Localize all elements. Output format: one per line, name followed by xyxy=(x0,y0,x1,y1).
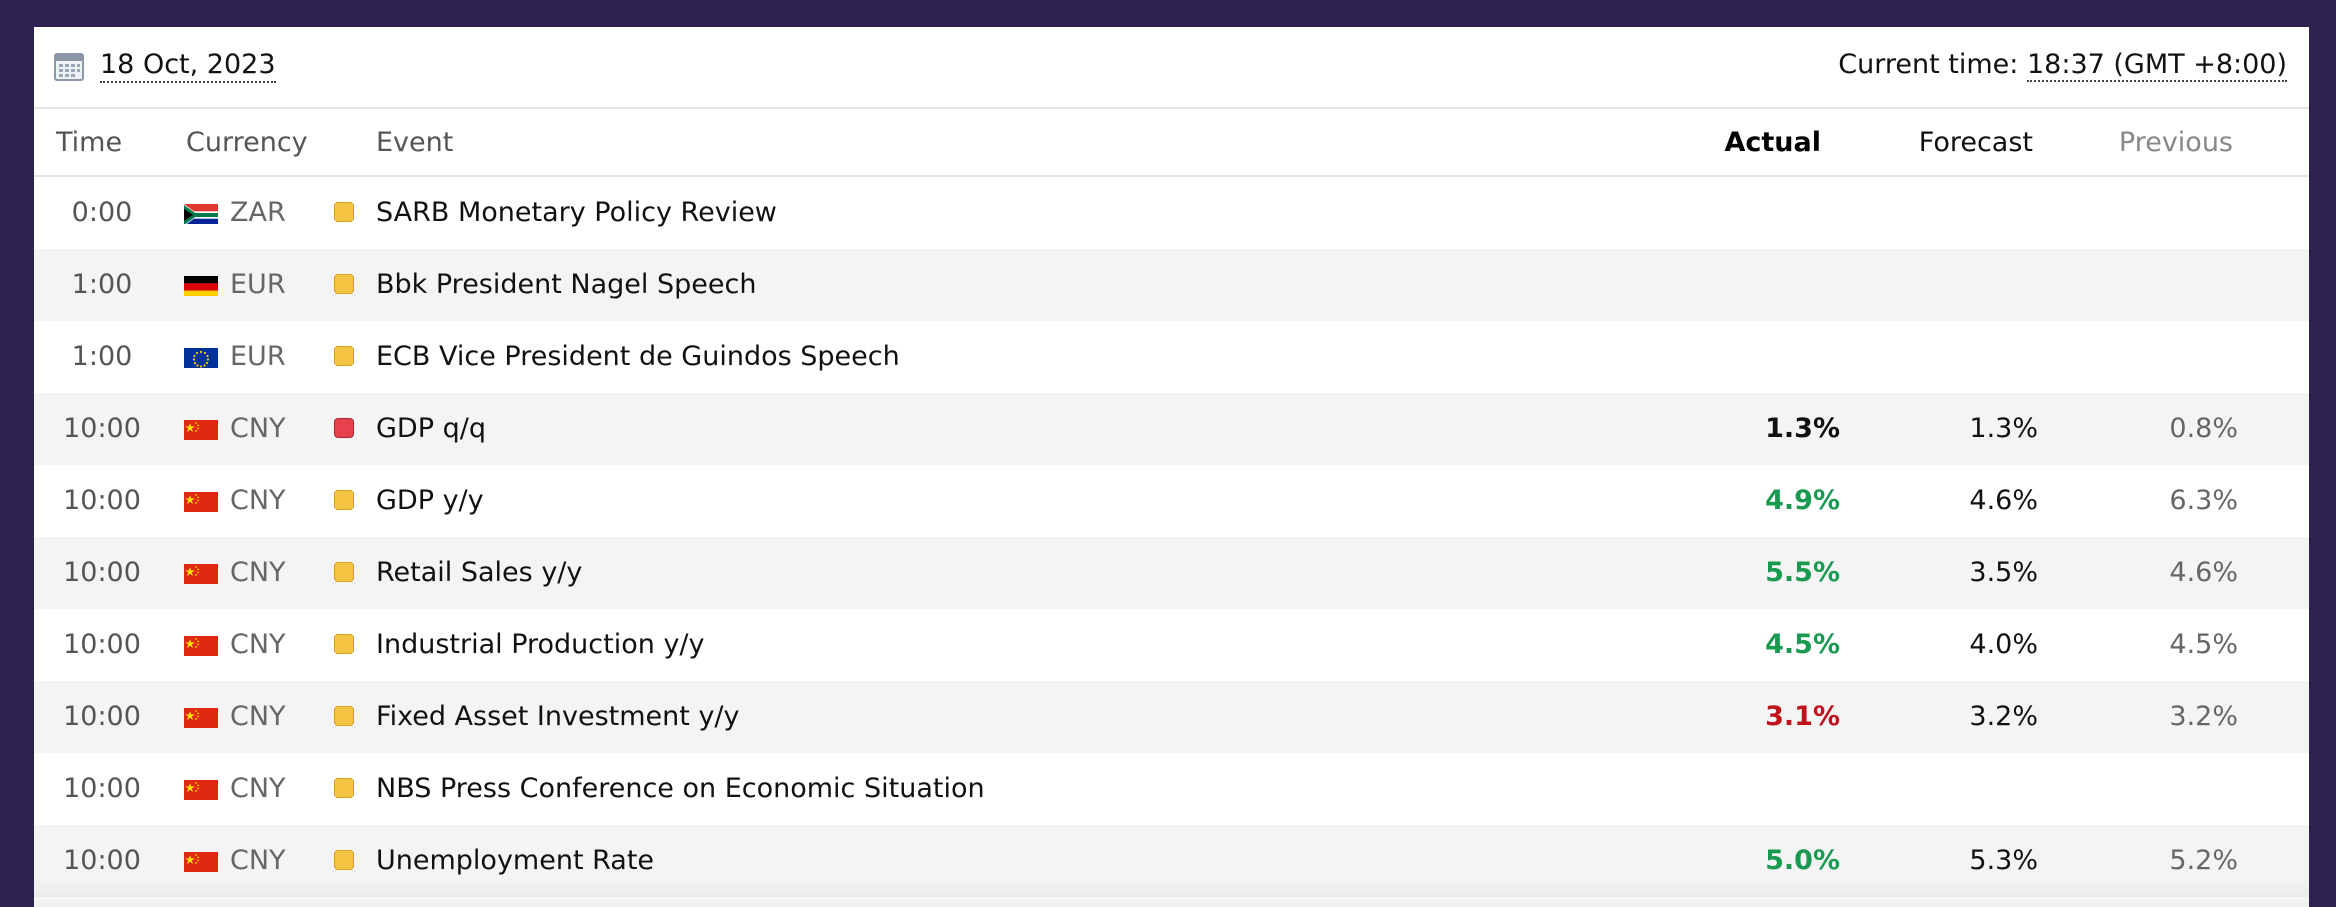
column-header-forecast: Forecast xyxy=(1918,127,2033,158)
table-row[interactable]: 0:00 ZAR SARB Monetary Policy Review xyxy=(34,177,2309,249)
column-header-time: Time xyxy=(56,127,123,158)
event-title[interactable]: SARB Monetary Policy Review xyxy=(376,197,777,229)
event-currency: CNY xyxy=(230,557,286,588)
event-currency: CNY xyxy=(230,845,286,876)
event-actual: 5.5% xyxy=(1765,557,1840,588)
event-previous: 5.2% xyxy=(2169,845,2238,876)
event-title[interactable]: Fixed Asset Investment y/y xyxy=(376,701,740,733)
event-title[interactable]: GDP q/q xyxy=(376,413,486,445)
event-currency: CNY xyxy=(230,701,286,732)
event-previous: 0.8% xyxy=(2169,413,2238,444)
event-currency: EUR xyxy=(230,269,286,300)
impact-medium-icon xyxy=(334,850,354,870)
china-flag xyxy=(184,490,218,512)
column-header-actual: Actual xyxy=(1724,127,1821,158)
table-row[interactable]: 10:00 CNY Retail Sales y/y 5.5% 3.5% 4.6% xyxy=(34,537,2309,609)
table-row[interactable]: 1:00 EUR ECB Vice President de Guindos Spe… xyxy=(34,321,2309,393)
table-row[interactable]: 10:00 CNY NBS Press Conference on Economic… xyxy=(34,753,2309,825)
event-previous: 3.2% xyxy=(2169,701,2238,732)
impact-medium-icon xyxy=(334,562,354,582)
table-header: Time Currency Event Actual Forecast Prev… xyxy=(34,109,2309,177)
eu-flag xyxy=(184,346,218,368)
event-previous: 4.6% xyxy=(2169,557,2238,588)
event-forecast: 4.0% xyxy=(1969,629,2038,660)
event-title[interactable]: ECB Vice President de Guindos Speech xyxy=(376,341,900,373)
table-row[interactable]: 10:00 CNY Fixed Asset Investment y/y 3.1% 3.… xyxy=(34,681,2309,753)
event-title[interactable]: GDP y/y xyxy=(376,485,484,517)
current-time-label: Current time: xyxy=(1838,49,2019,80)
events-table-body: 0:00 ZAR SARB Monetary Policy Review 1:00 EU… xyxy=(34,177,2309,897)
event-title[interactable]: Unemployment Rate xyxy=(376,845,654,877)
column-header-previous: Previous xyxy=(2118,127,2233,158)
date-picker-link[interactable]: 18 Oct, 2023 xyxy=(100,49,276,84)
event-currency: CNY xyxy=(230,485,286,516)
event-title[interactable]: Retail Sales y/y xyxy=(376,557,582,589)
event-time: 10:00 xyxy=(63,845,141,876)
table-row[interactable]: 1:00 EUR Bbk President Nagel Speech xyxy=(34,249,2309,321)
event-previous: 6.3% xyxy=(2169,485,2238,516)
event-forecast: 3.5% xyxy=(1969,557,2038,588)
column-header-event: Event xyxy=(376,127,454,158)
china-flag xyxy=(184,706,218,728)
event-title[interactable]: Industrial Production y/y xyxy=(376,629,705,661)
event-currency: ZAR xyxy=(230,197,286,228)
china-flag xyxy=(184,634,218,656)
table-row[interactable]: 10:00 CNY Unemployment Rate 5.0% 5.3% 5.2% xyxy=(34,825,2309,897)
impact-medium-icon xyxy=(334,274,354,294)
column-header-currency: Currency xyxy=(186,127,308,158)
impact-medium-icon xyxy=(334,778,354,798)
event-actual: 4.5% xyxy=(1765,629,1840,660)
china-flag xyxy=(184,778,218,800)
impact-medium-icon xyxy=(334,346,354,366)
event-time: 10:00 xyxy=(63,773,141,804)
event-time: 10:00 xyxy=(63,629,141,660)
event-forecast: 4.6% xyxy=(1969,485,2038,516)
event-currency: CNY xyxy=(230,773,286,804)
impact-high-icon xyxy=(334,418,354,438)
event-time: 1:00 xyxy=(71,341,133,372)
event-title[interactable]: NBS Press Conference on Economic Situati… xyxy=(376,773,985,805)
impact-medium-icon xyxy=(334,706,354,726)
economic-calendar-panel: 18 Oct, 2023 Current time: 18:37 (GMT +8… xyxy=(34,27,2309,907)
south-africa-flag xyxy=(184,202,218,224)
event-time: 1:00 xyxy=(71,269,133,300)
event-currency: CNY xyxy=(230,413,286,444)
impact-medium-icon xyxy=(334,634,354,654)
event-time: 10:00 xyxy=(63,485,141,516)
event-forecast: 1.3% xyxy=(1969,413,2038,444)
event-previous: 4.5% xyxy=(2169,629,2238,660)
event-actual: 3.1% xyxy=(1765,701,1840,732)
event-actual: 1.3% xyxy=(1765,413,1840,444)
event-time: 0:00 xyxy=(71,197,133,228)
event-time: 10:00 xyxy=(63,557,141,588)
event-forecast: 3.2% xyxy=(1969,701,2038,732)
event-actual: 4.9% xyxy=(1765,485,1840,516)
china-flag xyxy=(184,850,218,872)
impact-medium-icon xyxy=(334,490,354,510)
table-row[interactable]: 10:00 CNY GDP q/q 1.3% 1.3% 0.8% xyxy=(34,393,2309,465)
event-forecast: 5.3% xyxy=(1969,845,2038,876)
event-currency: EUR xyxy=(230,341,286,372)
germany-flag xyxy=(184,274,218,296)
table-row[interactable]: 10:00 CNY Industrial Production y/y 4.5% 4.0… xyxy=(34,609,2309,681)
event-time: 10:00 xyxy=(63,701,141,732)
calendar-icon[interactable] xyxy=(54,51,84,81)
china-flag xyxy=(184,418,218,440)
event-actual: 5.0% xyxy=(1765,845,1840,876)
event-time: 10:00 xyxy=(63,413,141,444)
calendar-toolbar: 18 Oct, 2023 Current time: 18:37 (GMT +8… xyxy=(34,27,2309,109)
impact-medium-icon xyxy=(334,202,354,222)
event-currency: CNY xyxy=(230,629,286,660)
china-flag xyxy=(184,562,218,584)
timezone-selector[interactable]: 18:37 (GMT +8:00) xyxy=(2026,49,2287,82)
current-time: Current time: 18:37 (GMT +8:00) xyxy=(1838,49,2287,82)
table-row[interactable]: 10:00 CNY GDP y/y 4.9% 4.6% 6.3% xyxy=(34,465,2309,537)
event-title[interactable]: Bbk President Nagel Speech xyxy=(376,269,756,301)
